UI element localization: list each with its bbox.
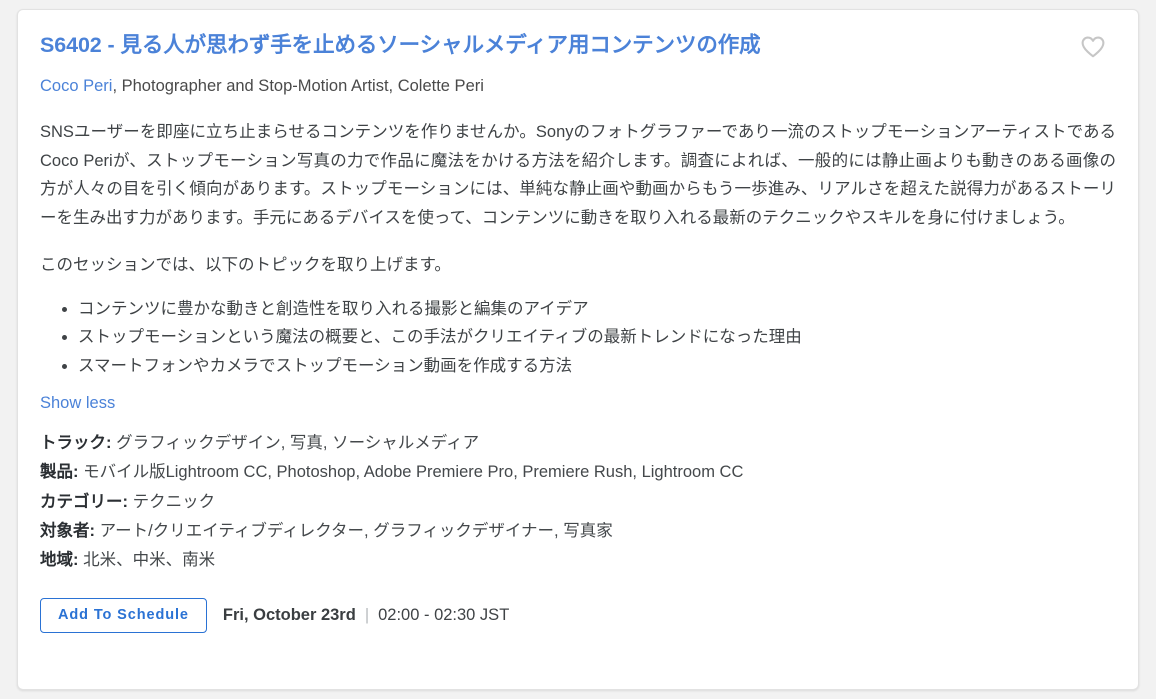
meta-label: 地域: [40,551,79,570]
topics-list: コンテンツに豊かな動きと創造性を取り入れる撮影と編集のアイデア ストップモーショ… [40,295,1116,380]
show-less-link[interactable]: Show less [40,394,115,413]
meta-row-track: トラック: グラフィックデザイン, 写真, ソーシャルメディア [40,429,1116,458]
session-title[interactable]: S6402 - 見る人が思わず手を止めるソーシャルメディア用コンテンツの作成 [40,32,761,59]
session-schedule: Fri, October 23rd | 02:00 - 02:30 JST [223,606,509,625]
session-metadata: トラック: グラフィックデザイン, 写真, ソーシャルメディア 製品: モバイル… [40,429,1116,576]
session-speakers: Coco Peri, Photographer and Stop-Motion … [40,76,1116,97]
session-card: S6402 - 見る人が思わず手を止めるソーシャルメディア用コンテンツの作成 C… [17,9,1139,690]
schedule-separator: | [364,606,370,624]
meta-row-audience: 対象者: アート/クリエイティブディレクター, グラフィックデザイナー, 写真家 [40,517,1116,546]
topics-lead-in: このセッションでは、以下のトピックを取り上げます。 [40,255,451,274]
meta-row-region: 地域: 北米、中米、南米 [40,546,1116,575]
session-header: S6402 - 見る人が思わず手を止めるソーシャルメディア用コンテンツの作成 [40,32,1116,64]
meta-label: トラック: [40,433,112,452]
meta-value: グラフィックデザイン, 写真, ソーシャルメディア [116,433,480,452]
meta-value: テクニック [132,492,216,511]
meta-label: カテゴリー: [40,492,128,511]
add-to-schedule-button[interactable]: Add To Schedule [40,597,207,634]
meta-row-category: カテゴリー: テクニック [40,488,1116,517]
meta-row-products: 製品: モバイル版Lightroom CC, Photoshop, Adobe … [40,458,1116,487]
speaker-link-coco-peri[interactable]: Coco Peri [40,77,112,95]
heart-outline-icon [1080,35,1106,59]
meta-value: 北米、中米、南米 [83,551,216,570]
speaker-roles: , Photographer and Stop-Motion Artist, C… [112,77,484,95]
schedule-date: Fri, October 23rd [222,606,356,624]
session-footer: Add To Schedule Fri, October 23rd | 02:0… [40,597,1116,634]
list-item: スマートフォンやカメラでストップモーション動画を作成する方法 [78,352,1116,380]
meta-value: アート/クリエイティブディレクター, グラフィックデザイナー, 写真家 [99,522,613,541]
session-card-body: S6402 - 見る人が思わず手を止めるソーシャルメディア用コンテンツの作成 C… [18,10,1138,689]
meta-label: 対象者: [40,522,95,541]
meta-label: 製品: [40,463,79,482]
list-item: ストップモーションという魔法の概要と、この手法がクリエイティブの最新トレンドにな… [78,323,1116,351]
schedule-time: 02:00 - 02:30 JST [378,606,510,624]
favorite-button[interactable] [1076,30,1110,64]
meta-value: モバイル版Lightroom CC, Photoshop, Adobe Prem… [83,463,744,482]
list-item: コンテンツに豊かな動きと創造性を取り入れる撮影と編集のアイデア [78,295,1116,323]
session-abstract: SNSユーザーを即座に立ち止まらせるコンテンツを作りませんか。Sonyのフォトグ… [40,123,1116,227]
